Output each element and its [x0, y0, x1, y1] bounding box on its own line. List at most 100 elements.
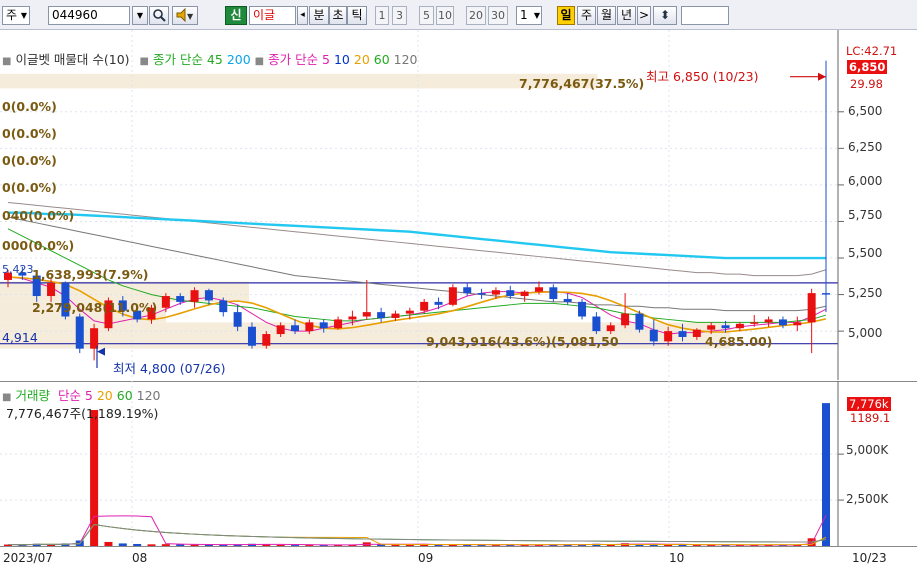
left-edge-price: 5,423	[2, 263, 34, 276]
candle-body	[448, 287, 457, 305]
stock-code-input[interactable]: 044960	[48, 6, 130, 25]
chevron-down-icon: ▼	[533, 11, 540, 20]
extra-input[interactable]	[681, 6, 729, 25]
candle-body	[721, 325, 730, 329]
legend-ma-10: 10	[333, 52, 350, 67]
sound-button[interactable]: ▼	[172, 6, 198, 25]
period-second-button[interactable]: 초	[329, 6, 347, 25]
chart-toolbar: 주 ▼ 044960 ▼ ▼ 신 이글 ◂ 분 초 틱 1 3 5 10 20 3…	[0, 0, 917, 30]
current-volume-tag: 7,776k	[847, 397, 891, 411]
speaker-icon: ▼	[176, 7, 194, 23]
vp-label: 0(0.0%)	[2, 180, 57, 195]
candle-body	[233, 312, 242, 327]
candle-body	[477, 293, 486, 295]
legend-vol-ma120: 120	[136, 388, 161, 403]
candle-body	[291, 325, 300, 332]
x-axis-label: 09	[418, 551, 434, 565]
candle-body	[405, 310, 414, 314]
vp-label: 2,279,048(11.0%)	[32, 300, 158, 315]
period-30-button[interactable]: 30	[488, 6, 508, 25]
price-axis-tick: 6,250	[848, 140, 883, 154]
search-icon	[153, 9, 166, 22]
period-20-button[interactable]: 20	[466, 6, 486, 25]
vp-label: 0(0.0%)	[2, 99, 57, 114]
candle-body	[348, 316, 357, 320]
legend-ma-20: 20	[353, 52, 370, 67]
candle-body	[563, 298, 572, 302]
legend-ma-120: 120	[393, 52, 418, 67]
volume-ratio-tag: 1189.1	[850, 411, 891, 425]
new-button[interactable]: 신	[225, 6, 247, 25]
candle-body	[649, 329, 658, 342]
candle-body	[176, 296, 185, 302]
period-5-button[interactable]: 5	[419, 6, 434, 25]
candle-body	[47, 282, 56, 297]
price-chart[interactable]	[0, 30, 917, 380]
x-axis-label: 2023/07	[3, 551, 53, 565]
month-button[interactable]: 월	[597, 6, 616, 25]
x-axis-last-date: 10/23	[852, 551, 887, 565]
candle-body	[621, 313, 630, 326]
candle-body	[305, 322, 314, 332]
mode-label: 주	[6, 8, 18, 22]
prev-button[interactable]: ◂	[297, 6, 308, 25]
unit-select[interactable]: 1 ▼	[516, 6, 542, 25]
svg-text:▼: ▼	[187, 12, 194, 21]
mode-select[interactable]: 주 ▼	[2, 6, 30, 25]
legend-vol-ma60: 60	[116, 388, 133, 403]
period-tick-button[interactable]: 틱	[347, 6, 367, 25]
candle-body	[276, 325, 285, 335]
stock-name: 이글	[253, 8, 276, 22]
period-10-button[interactable]: 10	[436, 6, 454, 25]
next-button[interactable]: >	[637, 6, 651, 25]
x-axis-label: 08	[132, 551, 148, 565]
vp-label: 0(0.0%)	[2, 153, 57, 168]
chevron-down-icon: ▼	[136, 11, 144, 20]
candle-body	[463, 287, 472, 294]
volume-bar	[90, 410, 99, 546]
period-3-button[interactable]: 3	[392, 6, 407, 25]
legend-square-icon: ■	[139, 56, 149, 67]
legend-vol-ma20: 20	[96, 388, 113, 403]
year-button[interactable]: 년	[617, 6, 636, 25]
price-axis-tick: 5,000	[848, 326, 883, 340]
candle-body	[578, 301, 587, 317]
vp-label: 4,685.00)	[705, 334, 773, 349]
year-label: 년	[620, 8, 633, 22]
candle-body	[534, 287, 543, 292]
candle-body	[362, 312, 371, 317]
month-label: 월	[600, 8, 613, 22]
new-label: 신	[230, 8, 242, 22]
period-1-button[interactable]: 1	[375, 6, 389, 25]
period-5-label: 5	[423, 9, 430, 22]
candle-body	[707, 325, 716, 330]
updown-arrow-icon: ⬍	[659, 8, 671, 22]
volume-legend: ■ 거래량 단순 5 20 60 120	[2, 385, 161, 404]
candle-body	[678, 331, 687, 337]
candle-body	[334, 319, 343, 329]
day-button[interactable]: 일	[557, 6, 575, 25]
period-3-label: 3	[396, 9, 403, 22]
candle-body	[247, 326, 256, 346]
period-minute-button[interactable]: 분	[309, 6, 329, 25]
legend-ma-60: 60	[373, 52, 390, 67]
week-label: 주	[580, 8, 593, 22]
candle-body	[262, 334, 271, 346]
stock-name-field[interactable]: 이글	[249, 6, 296, 25]
vp-label: 0(0.0%)	[2, 126, 57, 141]
candle-body	[377, 312, 386, 318]
price-legend: ■ 이글벳 매물대 수(10) ■ 종가 단순 45 200 ■ 종가 단순 5…	[2, 49, 418, 68]
candle-body	[90, 328, 99, 349]
candle-body	[606, 325, 615, 332]
candle-body	[319, 322, 328, 329]
updown-button[interactable]: ⬍	[653, 6, 677, 25]
candle-body	[778, 319, 787, 326]
chevron-down-icon: ▼	[20, 11, 28, 20]
period-second-label: 초	[332, 8, 344, 22]
candle-body	[592, 316, 601, 332]
search-button[interactable]	[149, 6, 169, 25]
x-axis-label: 10	[669, 551, 685, 565]
legend-volume: 거래량	[15, 388, 50, 403]
code-dropdown-button[interactable]: ▼	[132, 6, 148, 25]
week-button[interactable]: 주	[577, 6, 596, 25]
